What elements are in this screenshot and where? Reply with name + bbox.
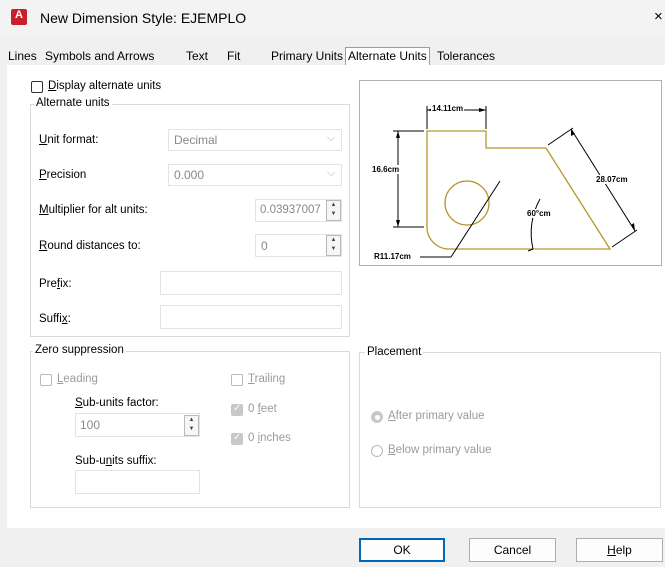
chevron-down-icon: ⌵ [327, 132, 336, 144]
window-title: New Dimension Style: EJEMPLO [40, 10, 247, 26]
placement-group [359, 352, 661, 508]
prefix-label: Prefix: [39, 278, 72, 290]
multiplier-spinner[interactable]: 0.03937007 ▲ ▼ [255, 199, 342, 222]
leading-label: Leading [57, 373, 98, 385]
unit-format-select[interactable]: Decimal ⌵ [168, 129, 342, 151]
preview-drawing [393, 106, 638, 258]
display-alternate-units-checkbox[interactable] [31, 81, 43, 93]
trailing-label: Trailing [248, 373, 286, 385]
prefix-input[interactable] [160, 271, 342, 295]
subunits-suffix-label: Sub-units suffix: [75, 455, 157, 467]
title-bar: A New Dimension Style: EJEMPLO × [0, 0, 665, 36]
tab-alternate-units[interactable]: Alternate Units [345, 47, 430, 67]
placement-group-title: Placement [365, 346, 424, 358]
tab-primary-units[interactable]: Primary Units [271, 48, 343, 65]
preview-dim-left: 16.6cm [372, 165, 400, 174]
round-distances-label: Round distances to: [39, 240, 141, 252]
round-distances-value: 0 [261, 239, 268, 253]
precision-label: Precision [39, 169, 87, 181]
help-button[interactable]: Help [576, 538, 663, 562]
zero-feet-label: 0 feet [248, 403, 277, 415]
close-icon[interactable]: × [654, 8, 663, 25]
preview-dim-top: 14.11cm [431, 104, 465, 113]
below-primary-radio[interactable] [371, 445, 383, 457]
preview-dim-radius: R11.17cm [374, 252, 411, 261]
precision-value: 0.000 [174, 168, 205, 182]
multiplier-spin-buttons[interactable]: ▲ ▼ [326, 200, 341, 221]
subunits-factor-value: 100 [80, 418, 101, 432]
autocad-app-icon: A [11, 9, 27, 25]
subunits-factor-label: Sub-units factor: [75, 397, 159, 409]
preview-dim-angle: 60°cm [527, 209, 551, 218]
suffix-input[interactable] [160, 305, 342, 329]
round-spin-buttons[interactable]: ▲ ▼ [326, 235, 341, 256]
below-primary-label: Below primary value [388, 444, 492, 456]
subunits-suffix-input[interactable] [75, 470, 200, 494]
chevron-down-icon: ⌵ [327, 167, 336, 179]
unit-format-label: Unit format: [39, 134, 99, 146]
zero-inches-label: 0 inches [248, 432, 291, 444]
tab-lines[interactable]: Lines [8, 48, 37, 65]
preview-dim-right: 28.07cm [596, 175, 628, 184]
display-alternate-units-label: Display alternate units [48, 80, 162, 92]
multiplier-label: Multiplier for alt units: [39, 204, 148, 216]
cancel-button[interactable]: Cancel [469, 538, 556, 562]
zero-feet-checkbox[interactable] [231, 403, 243, 416]
zero-suppression-group-title: Zero suppression [33, 344, 126, 356]
zero-inches-checkbox[interactable] [231, 432, 243, 445]
ok-button[interactable]: OK [359, 538, 445, 562]
suffix-label: Suffix: [39, 313, 71, 325]
multiplier-value: 0.03937007 [260, 204, 321, 216]
after-primary-radio[interactable] [371, 411, 383, 423]
subunits-factor-spinner[interactable]: 100 ▲ ▼ [75, 413, 200, 437]
round-distances-spinner[interactable]: 0 ▲ ▼ [255, 234, 342, 257]
tab-text[interactable]: Text [186, 48, 208, 65]
trailing-checkbox[interactable] [231, 374, 243, 386]
tab-symbols-and-arrows[interactable]: Symbols and Arrows [45, 48, 154, 65]
tab-fit[interactable]: Fit [227, 48, 240, 65]
unit-format-value: Decimal [174, 133, 218, 147]
subunits-spin-buttons[interactable]: ▲ ▼ [184, 415, 199, 436]
leading-checkbox[interactable] [40, 374, 52, 386]
alternate-units-group-title: Alternate units [34, 97, 112, 109]
precision-select[interactable]: 0.000 ⌵ [168, 164, 342, 186]
after-primary-label: After primary value [388, 410, 485, 422]
tab-tolerances[interactable]: Tolerances [437, 48, 495, 65]
dimension-preview: 14.11cm 16.6cm 28.07cm 60°cm R11.17cm [359, 80, 662, 266]
